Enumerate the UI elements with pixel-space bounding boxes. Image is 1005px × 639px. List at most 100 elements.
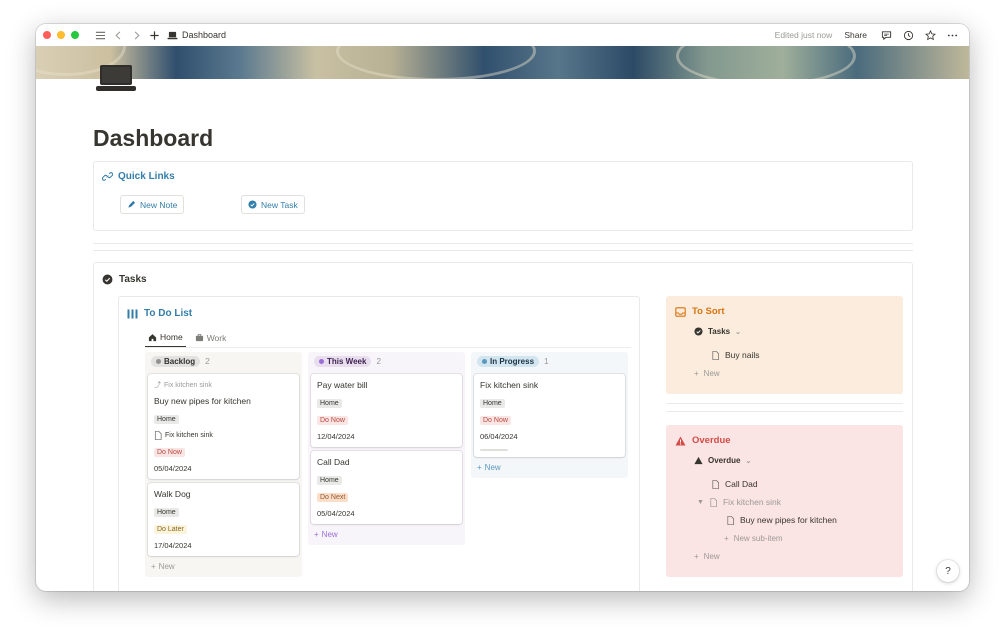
toggle-triangle-icon[interactable]: ▼ [697, 499, 704, 506]
plus-icon: + [314, 530, 319, 539]
breadcrumb[interactable]: Dashboard [167, 30, 226, 40]
card-title: Call Dad [317, 457, 350, 467]
forward-icon[interactable] [129, 28, 143, 42]
edited-status: Edited just now [774, 30, 833, 40]
briefcase-icon [195, 333, 203, 342]
pencil-icon [128, 200, 136, 208]
column-count: 2 [205, 356, 210, 366]
item-title: Fix kitchen sink [722, 497, 782, 507]
to-sort-title[interactable]: To Sort [692, 306, 725, 317]
cover-image[interactable] [36, 46, 969, 79]
plus-icon: + [151, 562, 156, 571]
list-item[interactable]: Call Dad [711, 479, 758, 489]
favorite-star-icon[interactable] [923, 28, 937, 42]
new-task-label: New Task [261, 199, 298, 210]
quick-links-title[interactable]: Quick Links [118, 171, 175, 182]
card-title: Fix kitchen sink [480, 380, 539, 390]
page-icon [710, 497, 717, 507]
share-button[interactable]: Share [844, 30, 867, 40]
new-sub-item-button[interactable]: + New sub-item [724, 534, 783, 543]
group-name: Overdue [708, 456, 741, 465]
more-options-icon[interactable] [945, 28, 959, 42]
board-column-backlog: Backlog 2 ⤴ Fix kitchen sink Buy new pipe… [145, 352, 302, 577]
status-pill: This Week [314, 355, 372, 367]
priority-tag: Do Later [154, 525, 187, 534]
chevron-down-icon: ⌄ [735, 328, 741, 336]
divider [666, 411, 903, 412]
category-tag: Home [480, 399, 505, 408]
laptop-icon [167, 31, 178, 39]
new-sub-item-label: New sub-item [733, 534, 783, 543]
new-label: New [484, 463, 501, 472]
new-item-button[interactable]: + New [694, 552, 720, 561]
history-clock-icon[interactable] [901, 28, 915, 42]
view-tabs: Home Work [145, 328, 229, 347]
new-item-button[interactable]: + New [694, 369, 720, 378]
item-title: Buy nails [725, 350, 760, 360]
new-note-button[interactable]: New Note [120, 195, 185, 214]
warning-icon [694, 456, 703, 465]
task-card[interactable]: Fix kitchen sink Home Do Now 06/04/2024 [474, 374, 625, 457]
tab-home[interactable]: Home [145, 328, 186, 347]
tab-work[interactable]: Work [192, 328, 230, 347]
list-item[interactable]: ▼ Fix kitchen sink [697, 497, 781, 507]
new-card-button[interactable]: + New [145, 556, 302, 571]
sidebar-menu-icon[interactable] [93, 28, 107, 42]
chevron-down-icon: ⌄ [745, 457, 752, 465]
column-name: Backlog [164, 356, 196, 366]
help-button[interactable]: ? [937, 560, 959, 582]
status-pill: Backlog [151, 355, 201, 367]
new-label: New [703, 552, 720, 561]
check-circle-icon [694, 327, 703, 336]
new-card-button[interactable]: + New [308, 524, 465, 539]
group-header[interactable]: Tasks ⌄ [694, 327, 741, 336]
list-item[interactable]: Buy new pipes for kitchen [726, 515, 837, 525]
card-title: Pay water bill [317, 380, 368, 390]
back-icon[interactable] [111, 28, 125, 42]
new-page-plus-icon[interactable] [147, 28, 161, 42]
new-card-button[interactable]: + New [471, 457, 628, 472]
item-title: Call Dad [725, 479, 758, 489]
tab-home-label: Home [160, 332, 183, 342]
task-card[interactable]: Call Dad Home Do Next 05/04/2024 [311, 451, 462, 524]
card-date: 12/04/2024 [317, 432, 355, 441]
breadcrumb-page-name: Dashboard [182, 30, 227, 40]
divider [93, 250, 913, 251]
progress-bar [480, 449, 508, 451]
close-window-button[interactable] [43, 31, 51, 39]
new-label: New [158, 562, 175, 571]
card-date: 17/04/2024 [154, 541, 192, 550]
to-sort-panel: To Sort Tasks ⌄ Buy nails + New [666, 296, 903, 394]
todo-board: To Do List Home Work Backlog 2 ⤴ Fix kit… [118, 296, 640, 591]
card-date: 06/04/2024 [480, 432, 518, 441]
task-card[interactable]: Pay water bill Home Do Now 12/04/2024 [311, 374, 462, 447]
category-tag: Home [154, 508, 179, 517]
laptop-page-icon[interactable] [96, 64, 136, 94]
tasks-title[interactable]: Tasks [119, 274, 147, 285]
list-item[interactable]: Buy nails [711, 350, 760, 360]
column-count: 2 [376, 356, 382, 366]
title-bar: Dashboard Edited just now Share [36, 24, 969, 46]
maximize-window-button[interactable] [71, 31, 79, 39]
task-card[interactable]: Walk Dog Home Do Later 17/04/2024 [148, 483, 299, 556]
page-title[interactable]: Dashboard [93, 125, 213, 152]
priority-tag: Do Now [154, 448, 185, 457]
card-subitem: Fix kitchen sink [165, 432, 213, 439]
card-date: 05/04/2024 [317, 509, 355, 518]
plus-icon: + [694, 552, 699, 561]
new-task-button[interactable]: New Task [241, 195, 305, 214]
check-circle-icon [248, 200, 257, 209]
column-name: This Week [327, 356, 367, 366]
priority-tag: Do Next [317, 493, 349, 502]
plus-icon: + [477, 463, 482, 472]
minimize-window-button[interactable] [57, 31, 65, 39]
board-view-icon [127, 309, 138, 318]
comment-icon[interactable] [879, 28, 893, 42]
overdue-title[interactable]: Overdue [692, 435, 731, 446]
todo-list-title[interactable]: To Do List [144, 308, 192, 319]
priority-tag: Do Now [480, 416, 511, 425]
window-controls [43, 31, 79, 39]
group-header[interactable]: Overdue ⌄ [694, 456, 751, 465]
task-card[interactable]: ⤴ Fix kitchen sink Buy new pipes for kitc… [148, 374, 299, 479]
tab-underline [145, 347, 631, 348]
